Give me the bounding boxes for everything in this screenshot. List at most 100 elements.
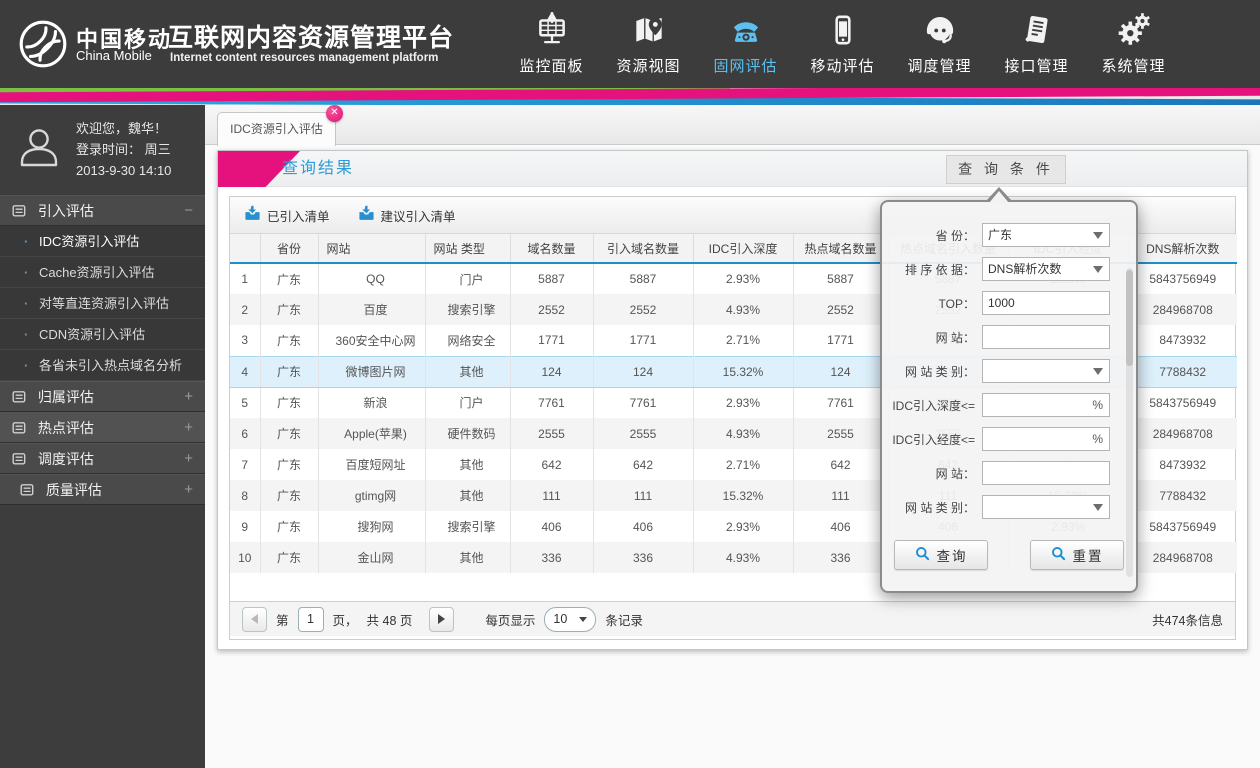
column-header: DNS解析次数 [1128,234,1237,264]
table-cell: gtimg网 [318,480,426,511]
table-cell: 284968708 [1128,542,1237,573]
table-cell: 门户 [425,263,511,294]
expand-icon[interactable]: + [184,413,193,443]
table-cell: 广东 [260,511,319,542]
query-field: 排 序 依 据： DNS解析次数 [882,252,1136,286]
table-cell: 336 [510,542,594,573]
table-cell: 百度短网址 [318,449,426,480]
field-label: IDC引入经度<= [892,432,975,447]
sidebar-item[interactable]: · 对等直连资源引入评估 [0,288,205,319]
chevron-down-icon [579,616,588,626]
table-cell: 广东 [260,294,319,325]
field-input[interactable]: % [982,427,1110,451]
tab-idc-assessment[interactable]: IDC资源引入评估 ✕ [217,105,343,146]
table-cell: 642 [510,449,594,480]
nav-item-2[interactable]: 资源视图 [613,11,684,76]
table-cell: 2552 [593,294,694,325]
field-label: 网 站 类 别： [904,364,975,379]
field-input[interactable]: % [982,393,1110,417]
sidebar-section[interactable]: 热点评估 + [0,412,205,443]
column-header: 域名数量 [510,234,594,264]
collapse-icon[interactable]: − [184,196,193,226]
expand-icon[interactable]: + [184,444,193,474]
popup-scrollbar-thumb[interactable] [1126,270,1133,366]
table-cell: 7788432 [1128,480,1237,511]
field-input[interactable]: 1000 [982,291,1110,315]
prev-page-button[interactable] [242,606,267,632]
field-input[interactable] [982,461,1110,485]
login-time-label: 登录时间： 周三 [76,142,171,157]
field-select[interactable] [982,359,1110,383]
table-cell: 10 [230,542,261,573]
table-cell: 111 [593,480,694,511]
field-input[interactable] [982,325,1110,349]
section-doc-icon [12,415,26,445]
sidebar-section[interactable]: 归属评估 + [0,381,205,412]
nav-item-7[interactable]: 系统管理 [1098,11,1169,76]
login-datetime: 2013-9-30 14:10 [76,163,172,178]
tab-close-icon[interactable]: ✕ [326,105,343,122]
sidebar-item[interactable]: · 各省未引入热点域名分析 [0,350,205,381]
chevron-down-icon [1093,368,1103,380]
sidebar: 欢迎您，魏华！ 登录时间： 周三 2013-9-30 14:10 引入评估 − … [0,105,205,768]
table-cell: 7761 [510,387,594,418]
nav-item-4[interactable]: 移动评估 [807,11,878,76]
next-page-button[interactable] [429,606,455,632]
nav-item-1[interactable]: 监控面板 [516,11,587,76]
next-arrow-icon [438,614,446,624]
sidebar-section[interactable]: 调度评估 + [0,443,205,474]
sidebar-item-label: CDN资源引入评估 [38,327,146,342]
input-value: 1000 [988,296,1015,310]
table-cell: 5887 [593,263,694,294]
section-label: 调度评估 [37,451,94,467]
page-label: 第 [276,613,289,628]
expand-icon[interactable]: + [184,382,193,412]
table-cell: 7761 [593,387,694,418]
table-cell: 5 [230,387,261,418]
nav-item-label: 移动评估 [810,58,875,75]
query-field: 网 站： [882,456,1136,490]
page-number-input[interactable]: 1 [297,606,324,632]
table-cell: 642 [793,449,889,480]
table-cell: 406 [510,511,594,542]
query-conditions-popup: 省 份： 广东 排 序 依 据： DNS解析次数 TOP： 1000 网 站： … [880,187,1138,593]
sidebar-section[interactable]: 质量评估 + [0,474,205,505]
sidebar-item[interactable]: · IDC资源引入评估 [0,226,205,257]
table-cell: 1771 [793,325,889,356]
nav-item-6[interactable]: 接口管理 [1001,11,1072,76]
export-list-button[interactable]: 建议引入清单 [358,205,456,225]
section-doc-icon [12,384,26,414]
column-header: IDC引入深度 [693,234,794,264]
sidebar-item[interactable]: · CDN资源引入评估 [0,319,205,350]
table-cell: 5843756949 [1149,395,1217,410]
top-nav: 监控面板 资源视图 固网评估 移动评估 调度管理 接口管理 系统管理 [516,11,1169,76]
dashboard-icon [533,11,571,49]
field-select[interactable] [982,495,1110,519]
export-button-label: 已引入清单 [267,209,330,224]
sidebar-item[interactable]: · Cache资源引入评估 [0,257,205,288]
table-cell: 其他 [425,355,511,388]
expand-icon[interactable]: + [184,475,193,505]
page-size-select[interactable]: 10 [544,606,597,632]
table-cell: 8 [230,480,261,511]
gears-icon [1115,11,1153,49]
search-button[interactable]: 查询 [894,540,988,570]
export-list-button[interactable]: 已引入清单 [244,205,330,225]
query-conditions-button[interactable]: 查 询 条 件 [946,155,1066,184]
field-select[interactable]: 广东 [982,223,1110,247]
nav-item-5[interactable]: 调度管理 [904,11,975,76]
table-cell: 1771 [510,325,594,356]
percent-suffix: % [1092,398,1103,412]
sidebar-section-intro-assessment[interactable]: 引入评估 − [0,195,205,226]
table-cell: 15.32% [693,355,794,388]
table-cell: Apple(苹果) [318,418,426,449]
app-header: 中国移动 China Mobile 互联网内容资源管理平台 Internet c… [0,0,1260,88]
table-cell: 2.93% [693,387,794,418]
query-field: 省 份： 广东 [882,218,1136,252]
nav-item-3[interactable]: 固网评估 [710,11,781,76]
field-select[interactable]: DNS解析次数 [982,257,1110,281]
reset-button[interactable]: 重置 [1030,540,1124,570]
percent-suffix: % [1092,432,1103,446]
table-cell: 5887 [510,263,594,294]
table-cell: 8473932 [1159,333,1207,348]
